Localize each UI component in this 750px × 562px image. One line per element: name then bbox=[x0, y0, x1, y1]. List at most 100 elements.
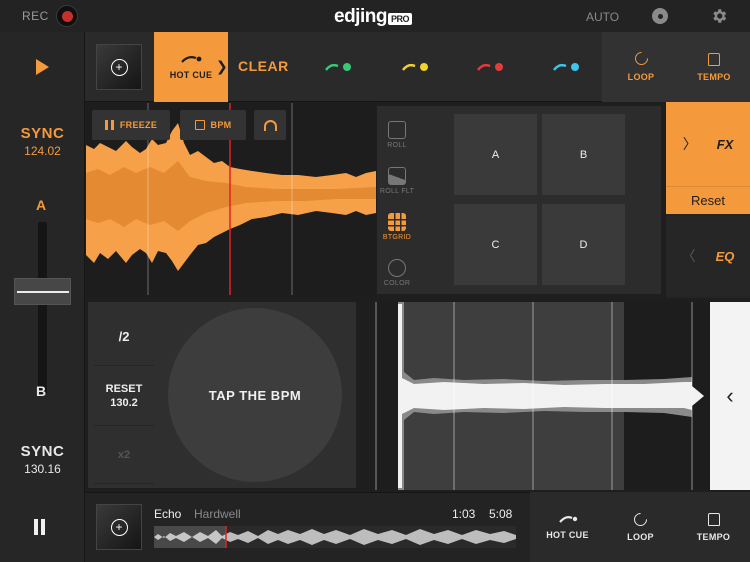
deck-a-bpm: 124.02 bbox=[24, 143, 61, 158]
add-track-icon: + bbox=[110, 58, 128, 76]
waveform-b-graphic bbox=[375, 302, 704, 490]
chevron-right-icon: ❯ bbox=[216, 58, 228, 74]
half-bpm-button[interactable]: /2 bbox=[94, 308, 154, 366]
track-artist: Hardwell bbox=[194, 507, 241, 521]
tempo-label: TEMPO bbox=[697, 71, 731, 82]
color-icon bbox=[388, 259, 406, 277]
cue-slot-1[interactable] bbox=[325, 58, 351, 76]
cue-arrow-icon bbox=[402, 63, 416, 71]
hot-cue-icon bbox=[558, 516, 577, 523]
bpm-edit-button[interactable]: BPM bbox=[180, 110, 246, 140]
loop-icon bbox=[631, 509, 650, 529]
bottom-tempo-button[interactable]: TEMPO bbox=[677, 492, 750, 562]
freeze-label: FREEZE bbox=[119, 120, 158, 130]
crossfader-label-a: A bbox=[36, 197, 47, 213]
loop-button[interactable]: LOOP bbox=[606, 32, 676, 102]
cue-slot-4[interactable] bbox=[553, 58, 579, 76]
tap-bpm-button[interactable]: TAP THE BPM bbox=[168, 308, 342, 482]
fx-pad-d[interactable]: D bbox=[542, 204, 625, 285]
cue-color-dot bbox=[343, 63, 351, 71]
tempo-button[interactable]: TEMPO bbox=[678, 32, 750, 102]
metronome-icon bbox=[708, 52, 720, 66]
loop-label: LOOP bbox=[627, 72, 655, 82]
hot-cue-label: HOT CUE bbox=[169, 70, 213, 80]
reset-bpm-button[interactable]: RESET 130.2 bbox=[94, 366, 154, 426]
fx-tool-roll-filter[interactable]: ROLL FLT bbox=[377, 158, 417, 204]
track-duration: 5:08 bbox=[489, 507, 513, 521]
logo-text: edjing bbox=[334, 6, 387, 27]
bpm-edit-label: BPM bbox=[210, 120, 232, 130]
vinyl-icon[interactable] bbox=[652, 8, 668, 24]
fx-tool-label: BTGRID bbox=[382, 234, 412, 241]
crossfader-track[interactable] bbox=[38, 222, 47, 394]
fx-tool-column: ROLL ROLL FLT BTGRID COLOR bbox=[377, 106, 417, 294]
logo-pro-badge: PRO bbox=[387, 13, 412, 25]
clear-cues-button[interactable]: CLEAR bbox=[238, 58, 289, 74]
bottom-hot-cue-label: HOT CUE bbox=[546, 530, 589, 540]
track-title: Echo bbox=[154, 507, 182, 521]
fx-tool-label: ROLL FLT bbox=[379, 188, 415, 195]
add-track-icon: + bbox=[110, 518, 128, 536]
cue-color-dot bbox=[495, 63, 503, 71]
pause-button[interactable] bbox=[0, 492, 85, 562]
sync-b-label: SYNC bbox=[20, 442, 65, 460]
play-button[interactable] bbox=[0, 32, 85, 102]
edit-icon bbox=[194, 120, 205, 130]
sync-a-button[interactable]: SYNC 124.02 bbox=[0, 118, 85, 164]
roll-icon bbox=[388, 121, 406, 139]
deck-a-album-art[interactable]: + bbox=[96, 44, 142, 90]
fx-tool-beat-grid[interactable]: BTGRID bbox=[377, 204, 417, 250]
fx-pad-a[interactable]: A bbox=[454, 114, 537, 195]
cue-arrow-icon bbox=[325, 63, 339, 71]
eq-tab-button[interactable]: 〈 EQ bbox=[666, 216, 750, 296]
chevron-right-icon: 〉 bbox=[682, 136, 697, 152]
bottom-hot-cue-button[interactable]: HOT CUE bbox=[531, 492, 604, 562]
fx-tab-label: FX bbox=[716, 136, 734, 152]
double-bpm-button[interactable]: x2 bbox=[94, 426, 154, 484]
deck-b-waveform[interactable] bbox=[374, 302, 750, 490]
freeze-icon bbox=[104, 120, 114, 130]
cue-arrow-icon bbox=[553, 63, 567, 71]
rec-label: REC bbox=[22, 9, 49, 23]
record-icon bbox=[61, 10, 73, 22]
fx-tool-color[interactable]: COLOR bbox=[377, 250, 417, 296]
grid-icon bbox=[388, 213, 406, 231]
fx-tool-roll[interactable]: ROLL bbox=[377, 112, 417, 158]
reset-bpm-value: 130.2 bbox=[110, 396, 138, 409]
app-logo: edjing PRO bbox=[334, 6, 412, 28]
fx-pad-grid: A B C D bbox=[417, 106, 661, 294]
eq-tab-label: EQ bbox=[715, 248, 735, 264]
crossfader-label-b: B bbox=[36, 383, 47, 399]
track-position: 1:03 bbox=[452, 507, 476, 521]
fx-tab-button[interactable]: 〉 FX bbox=[666, 102, 750, 186]
sync-b-button[interactable]: SYNC 130.16 bbox=[0, 436, 85, 482]
bottom-loop-button[interactable]: LOOP bbox=[604, 492, 677, 562]
fx-pad-c[interactable]: C bbox=[454, 204, 537, 285]
bottom-tempo-label: TEMPO bbox=[696, 531, 731, 542]
fx-tool-label: COLOR bbox=[383, 280, 411, 287]
roll-filter-icon bbox=[388, 167, 406, 185]
fx-pad-b[interactable]: B bbox=[542, 114, 625, 195]
collapse-panel-button[interactable]: ‹ bbox=[710, 302, 750, 490]
cue-slot-3[interactable] bbox=[477, 58, 503, 76]
cue-color-dot bbox=[420, 63, 428, 71]
headphone-button[interactable] bbox=[254, 110, 286, 140]
play-icon bbox=[35, 59, 49, 75]
cue-arrow-icon bbox=[477, 63, 491, 71]
headphone-icon bbox=[263, 119, 277, 131]
chevron-left-icon: 〈 bbox=[681, 248, 696, 264]
track-overview-waveform[interactable] bbox=[154, 526, 516, 548]
cue-slot-2[interactable] bbox=[402, 58, 428, 76]
deck-b-bpm: 130.16 bbox=[24, 461, 61, 476]
sync-a-label: SYNC bbox=[20, 124, 65, 142]
freeze-button[interactable]: FREEZE bbox=[92, 110, 170, 140]
fx-reset-button[interactable]: Reset bbox=[666, 186, 750, 214]
gear-icon[interactable] bbox=[710, 7, 728, 25]
record-button[interactable] bbox=[56, 5, 78, 27]
deck-b-album-art[interactable]: + bbox=[96, 504, 142, 550]
chevron-left-icon: ‹ bbox=[726, 383, 734, 408]
cue-color-dot bbox=[571, 63, 579, 71]
crossfader-handle[interactable] bbox=[14, 278, 71, 305]
reset-bpm-label: RESET bbox=[105, 382, 143, 395]
auto-mix-button[interactable]: AUTO bbox=[586, 10, 619, 24]
